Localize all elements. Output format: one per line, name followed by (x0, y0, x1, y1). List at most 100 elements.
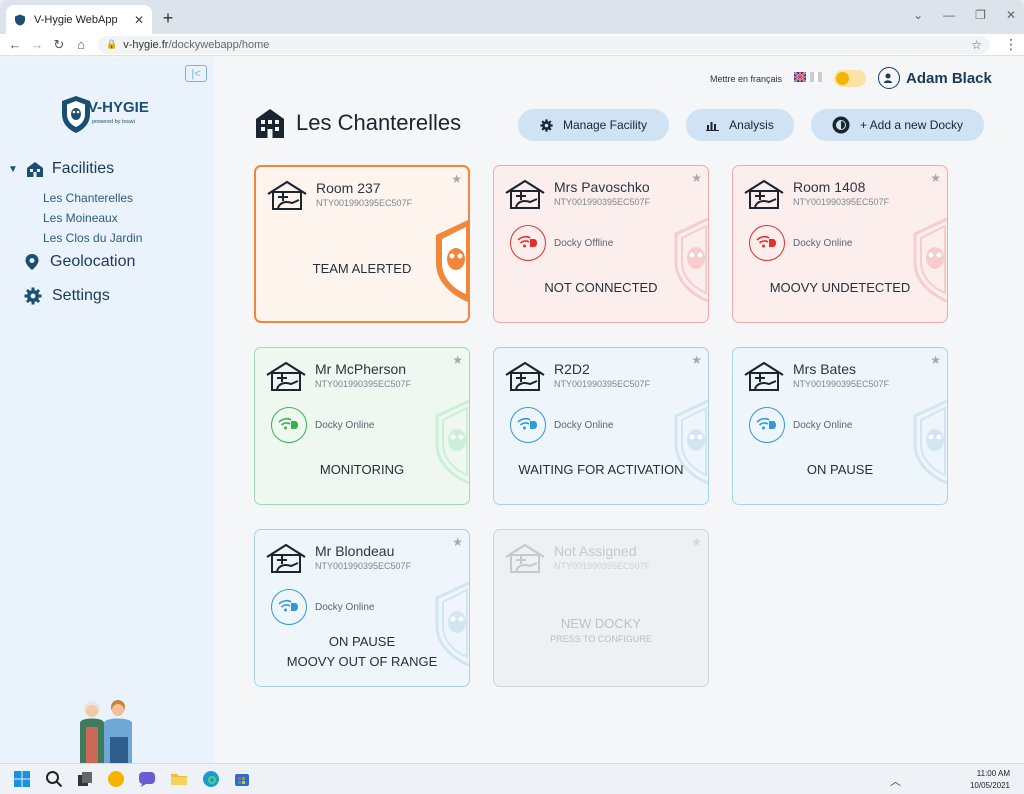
tray-chevron-up-icon[interactable]: ︿ (890, 773, 901, 789)
card-status: ON PAUSE (328, 634, 396, 649)
connection-status: Docky Online (271, 589, 374, 625)
connection-label: Docky Online (793, 237, 853, 249)
room-house-icon (505, 543, 545, 573)
sidebar-item-label: Facilities (51, 160, 115, 177)
sidebar: |< V-HYGIE powered by touwi ▼ Facilities… (0, 57, 214, 763)
card-serial: NTY001990395EC507F (793, 379, 890, 389)
connection-label: Docky Online (315, 419, 375, 431)
facility-list: Les Chanterelles Les Moineaux Les Clos d… (43, 188, 142, 248)
building-icon (26, 162, 43, 177)
sidebar-item-label: Geolocation (50, 253, 136, 270)
theme-toggle[interactable] (834, 70, 866, 87)
docky-card[interactable]: ★ Not Assigned NTY001990395EC507F NEW DOCKY… (493, 529, 709, 687)
file-explorer-icon[interactable] (170, 770, 188, 788)
favorite-star-icon[interactable]: ★ (451, 172, 462, 186)
page-header: Les Chanterelles (254, 107, 461, 139)
user-avatar-icon (878, 67, 900, 89)
docky-card[interactable]: ★ Room 237 NTY001990395EC507F TEAM ALERTED (254, 165, 470, 323)
chat-icon[interactable] (138, 770, 156, 788)
france-flag-icon[interactable] (810, 72, 822, 82)
favorite-star-icon[interactable]: ★ (691, 353, 702, 367)
sidebar-item-geolocation[interactable]: Geolocation (24, 253, 135, 271)
browser-menu-icon[interactable]: ⋮ (1004, 36, 1018, 53)
collapse-sidebar-icon[interactable]: |< (185, 65, 207, 82)
connection-status: Docky Online (749, 407, 852, 443)
card-status: MONITORING (319, 462, 405, 477)
favorite-star-icon[interactable]: ★ (930, 171, 941, 185)
browser-tab[interactable]: V-Hygie WebApp ✕ (6, 5, 152, 34)
room-house-icon (744, 361, 784, 391)
button-label: + Add a new Docky (859, 118, 964, 132)
bookmark-star-icon[interactable]: ☆ (971, 38, 982, 52)
widgets-icon[interactable] (107, 770, 125, 788)
vhygie-favicon-icon (15, 14, 25, 25)
add-docky-button[interactable]: + Add a new Docky (811, 109, 984, 141)
forward-icon[interactable]: → (26, 37, 48, 52)
page-title: Les Chanterelles (296, 110, 462, 135)
card-serial: NTY001990395EC507F (315, 561, 412, 571)
card-serial: NTY001990395EC507F (554, 197, 651, 207)
main-content: Mettre en français Adam Black Les Chante… (214, 57, 1024, 763)
favorite-star-icon[interactable]: ★ (452, 353, 463, 367)
docky-wifi-icon (271, 589, 307, 625)
favorite-star-icon[interactable]: ★ (691, 535, 702, 549)
tray-clock[interactable]: 11:00 AM 10/05/2021 (970, 768, 1010, 792)
card-serial: NTY001990395EC507F (554, 379, 651, 389)
sidebar-subitem-les-moineaux[interactable]: Les Moineaux (43, 208, 142, 228)
docky-card[interactable]: ★ Mrs Pavoschko NTY001990395EC507F Docky Of… (493, 165, 709, 323)
connection-status: Docky Online (510, 407, 613, 443)
sidebar-subitem-les-chanterelles[interactable]: Les Chanterelles (43, 188, 142, 208)
connection-label: Docky Online (793, 419, 853, 431)
bar-chart-icon (706, 122, 720, 131)
room-house-icon (267, 180, 307, 210)
edge-browser-icon[interactable] (202, 770, 220, 788)
address-bar[interactable]: 🔒 v-hygie.fr/dockywebapp/home ☆ (98, 35, 990, 54)
card-status: ON PAUSE (806, 462, 874, 477)
store-icon[interactable] (233, 770, 251, 788)
restore-icon[interactable]: ❐ (975, 8, 986, 22)
sidebar-subitem-les-clos-du-jardin[interactable]: Les Clos du Jardin (43, 228, 142, 248)
favorite-star-icon[interactable]: ★ (930, 353, 941, 367)
logo-text: V-HYGIE (88, 99, 149, 116)
language-switch-link[interactable]: Mettre en français (710, 74, 782, 84)
uk-flag-icon[interactable] (794, 72, 806, 82)
favorite-star-icon[interactable]: ★ (452, 535, 463, 549)
analysis-button[interactable]: Analysis (686, 109, 794, 141)
docky-card[interactable]: ★ Room 1408 NTY001990395EC507F Docky Online… (732, 165, 948, 323)
home-icon[interactable]: ⌂ (70, 37, 92, 52)
card-name: Room 237 (316, 180, 381, 196)
tab-title: V-Hygie WebApp (34, 13, 118, 26)
new-tab-icon[interactable]: + (160, 8, 176, 29)
windows-start-icon[interactable] (13, 770, 31, 788)
card-status: MOOVY UNDETECTED (769, 280, 911, 295)
vhygie-logo: V-HYGIE powered by touwi (62, 96, 149, 133)
user-menu[interactable]: Adam Black (878, 67, 992, 89)
button-label: Manage Facility (562, 118, 648, 132)
sidebar-item-facilities[interactable]: ▼ Facilities (8, 160, 114, 178)
docky-card[interactable]: ★ R2D2 NTY001990395EC507F Docky Online WAITI… (493, 347, 709, 505)
button-label: Analysis (729, 118, 774, 132)
docky-card[interactable]: ★ Mrs Bates NTY001990395EC507F Docky Online… (732, 347, 948, 505)
sidebar-item-settings[interactable]: Settings (24, 287, 110, 305)
room-house-icon (266, 361, 306, 391)
task-view-icon[interactable] (76, 770, 94, 788)
search-icon[interactable] (45, 770, 63, 788)
docky-card[interactable]: ★ Mr McPherson NTY001990395EC507F Docky Onl… (254, 347, 470, 505)
close-tab-icon[interactable]: ✕ (134, 13, 144, 27)
docky-card[interactable]: ★ Mr Blondeau NTY001990395EC507F Docky Onli… (254, 529, 470, 687)
reload-icon[interactable]: ↻ (48, 37, 70, 53)
language-flags (794, 72, 822, 82)
room-house-icon (505, 361, 545, 391)
card-substatus: PRESS TO CONFIGURE (550, 634, 652, 644)
chevron-down-icon: ▼ (8, 163, 18, 175)
room-house-icon (266, 543, 306, 573)
manage-facility-button[interactable]: Manage Facility (518, 109, 669, 141)
tab-search-chevron-icon[interactable]: ⌄ (913, 8, 923, 22)
back-icon[interactable]: ← (4, 37, 26, 52)
close-window-icon[interactable]: ✕ (1006, 8, 1016, 22)
card-name: Not Assigned (554, 543, 637, 559)
caregiver-illustration (80, 700, 132, 763)
os-taskbar: ︿ 11:00 AM 10/05/2021 (0, 763, 1024, 794)
favorite-star-icon[interactable]: ★ (691, 171, 702, 185)
minimize-icon[interactable]: — (943, 8, 955, 22)
